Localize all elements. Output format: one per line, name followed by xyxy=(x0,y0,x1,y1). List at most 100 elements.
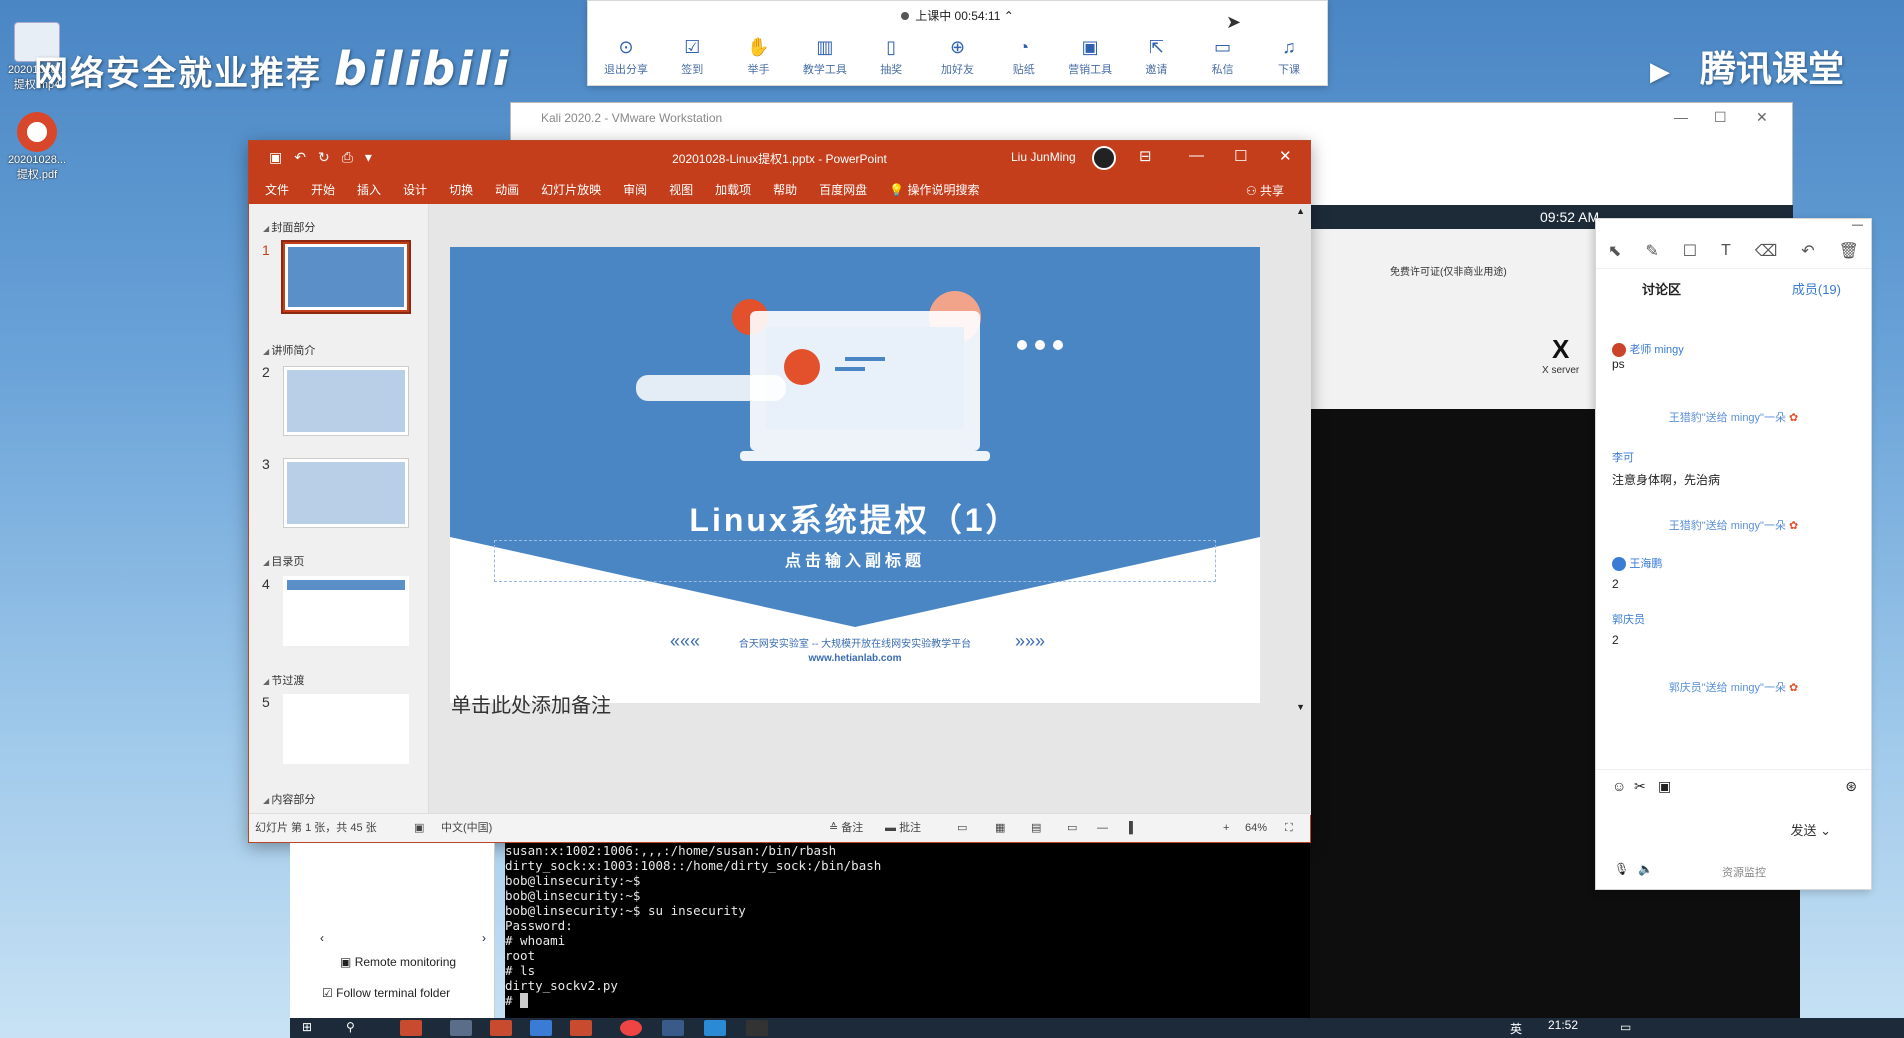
remote-monitoring-button[interactable]: ▣ Remote monitoring xyxy=(340,955,456,969)
scroll-down-icon[interactable]: ▼ xyxy=(1296,702,1305,712)
scroll-up-icon[interactable]: ▲ xyxy=(1296,206,1305,216)
chrome-icon[interactable] xyxy=(620,1020,642,1036)
zoom-in-button[interactable]: + xyxy=(1223,814,1229,842)
search-icon[interactable]: ⚲ xyxy=(346,1020,368,1036)
slide-thumbnail-4[interactable] xyxy=(283,576,409,646)
text-icon[interactable]: T xyxy=(1721,242,1731,260)
app-icon[interactable] xyxy=(450,1020,472,1036)
terminal[interactable]: susan:x:1002:1006:,,,:/home/susan:/bin/r… xyxy=(505,843,1310,1018)
sticker-button[interactable]: ◔ 贴纸 xyxy=(994,37,1054,77)
maximize-button[interactable]: ☐ xyxy=(1234,147,1247,165)
tab-help[interactable]: 帮助 xyxy=(773,181,797,198)
notes-button[interactable]: ≙ 备注 xyxy=(829,814,863,842)
eraser-icon[interactable]: ⌫ xyxy=(1755,241,1778,261)
reading-view-icon[interactable]: ▤ xyxy=(1031,814,1041,842)
tab-insert[interactable]: 插入 xyxy=(357,181,381,198)
section-transition[interactable]: 节过渡 xyxy=(263,672,304,688)
panel-minimize-button[interactable]: — xyxy=(1852,219,1863,231)
slide-thumbnail-3[interactable] xyxy=(283,458,409,528)
app-icon[interactable] xyxy=(570,1020,592,1036)
ime-indicator[interactable]: 英 xyxy=(1510,1020,1522,1037)
stop-share-button[interactable]: ⊙ 退出分享 xyxy=(596,37,656,77)
follow-terminal-checkbox[interactable]: ☑ Follow terminal folder xyxy=(322,986,450,1000)
comments-button[interactable]: ▬ 批注 xyxy=(885,814,921,842)
teaching-tools-button[interactable]: ▥ 教学工具 xyxy=(795,37,855,77)
slide-title[interactable]: Linux系统提权（1） xyxy=(450,495,1260,541)
slide-sorter-icon[interactable]: ▦ xyxy=(995,814,1005,842)
shape-icon[interactable]: ☐ xyxy=(1683,241,1697,261)
sign-in-button[interactable]: ☑ 签到 xyxy=(662,37,722,77)
desktop-icon-pdf[interactable]: 20201028... 提权.pdf xyxy=(2,112,72,182)
minimize-button[interactable]: — xyxy=(1674,109,1688,125)
minimize-button[interactable]: — xyxy=(1189,147,1204,164)
windows-start-icon[interactable]: ⊞ xyxy=(302,1020,324,1036)
tab-addins[interactable]: 加载项 xyxy=(715,181,751,198)
app-icon[interactable] xyxy=(400,1020,422,1036)
slide-editing-area[interactable]: Linux系统提权（1） 点击输入副标题 ««« »»» 合天网安实验室 -- … xyxy=(429,204,1311,815)
slide-thumbnail-5[interactable] xyxy=(283,694,409,764)
resource-monitor[interactable]: 资源监控 xyxy=(1722,864,1766,880)
tab-review[interactable]: 审阅 xyxy=(623,181,647,198)
clock[interactable]: 21:52 xyxy=(1548,1018,1578,1032)
emoji-icon[interactable]: ☺ xyxy=(1612,778,1626,794)
tab-animations[interactable]: 动画 xyxy=(495,181,519,198)
speaker-icon[interactable]: 🔈 xyxy=(1638,862,1653,876)
invite-button[interactable]: ⇱ 邀请 xyxy=(1126,37,1186,77)
tab-design[interactable]: 设计 xyxy=(403,181,427,198)
app-icon[interactable] xyxy=(490,1020,512,1036)
spellcheck-icon[interactable]: ▣ xyxy=(414,814,424,842)
tab-slideshow[interactable]: 幻灯片放映 xyxy=(541,181,601,198)
zoom-level[interactable]: 64% xyxy=(1245,814,1267,842)
lottery-button[interactable]: ▯ 抽奖 xyxy=(861,37,921,77)
scroll-left-icon[interactable]: ‹ xyxy=(320,931,324,945)
zoom-slider[interactable]: ▌ xyxy=(1129,814,1137,842)
app-icon[interactable] xyxy=(530,1020,552,1036)
tab-baidu-netdisk[interactable]: 百度网盘 xyxy=(819,181,867,198)
notes-pane[interactable]: 单击此处添加备注 xyxy=(429,689,611,718)
current-slide[interactable]: Linux系统提权（1） 点击输入副标题 ««« »»» 合天网安实验室 -- … xyxy=(450,247,1260,703)
section-content[interactable]: 内容部分 xyxy=(263,791,315,807)
mic-icon[interactable]: 🎙 xyxy=(1614,862,1629,876)
scroll-right-icon[interactable]: › xyxy=(482,931,486,945)
section-cover[interactable]: 封面部分 xyxy=(263,219,315,235)
share-button[interactable]: ⚇ 共享 xyxy=(1246,182,1284,199)
tab-transitions[interactable]: 切换 xyxy=(449,181,473,198)
ribbon-display-icon[interactable]: ⊟ xyxy=(1139,147,1152,165)
settings-icon[interactable]: ⊛ xyxy=(1845,778,1857,795)
tab-file[interactable]: 文件 xyxy=(265,181,289,198)
close-button[interactable]: ✕ xyxy=(1756,109,1768,126)
slide-thumbnail-2[interactable] xyxy=(283,366,409,436)
pen-icon[interactable]: ✎ xyxy=(1645,241,1658,261)
xserver-icon[interactable]: XX server xyxy=(1542,334,1579,376)
section-lecturer[interactable]: 讲师简介 xyxy=(263,342,315,358)
tell-me-search[interactable]: 💡 操作说明搜索 xyxy=(889,181,979,198)
private-message-button[interactable]: ▭ 私信 xyxy=(1193,37,1253,77)
send-button[interactable]: 发送 ⌄ xyxy=(1790,820,1831,839)
scissors-icon[interactable]: ✂ xyxy=(1634,778,1646,795)
language-indicator[interactable]: 中文(中国) xyxy=(441,814,492,842)
tab-members[interactable]: 成员(19) xyxy=(1792,279,1841,298)
chat-input-area[interactable]: ☺ ✂ ▣ ⊛ 发送 ⌄ 🎙 🔈 资源监控 xyxy=(1596,769,1871,889)
slide-subtitle[interactable]: 点击输入副标题 xyxy=(450,547,1260,571)
slideshow-icon[interactable]: ▭ xyxy=(1067,814,1077,842)
raise-hand-button[interactable]: ✋ 举手 xyxy=(729,37,789,77)
end-class-button[interactable]: ♫ 下课 xyxy=(1259,37,1319,77)
undo-icon[interactable]: ↶ xyxy=(1801,241,1814,261)
image-icon[interactable]: ▣ xyxy=(1658,778,1671,795)
tab-home[interactable]: 开始 xyxy=(311,181,335,198)
tab-view[interactable]: 视图 xyxy=(669,181,693,198)
terminal-icon[interactable] xyxy=(746,1020,768,1036)
app-icon[interactable] xyxy=(704,1020,726,1036)
trash-icon[interactable]: 🗑 xyxy=(1839,241,1859,261)
avatar[interactable] xyxy=(1092,146,1116,170)
powerpoint-window[interactable]: ▣↶↻⎙▾ 20201028-Linux提权1.pptx - PowerPoin… xyxy=(248,140,1311,843)
marketing-tools-button[interactable]: ▣ 营销工具 xyxy=(1060,37,1120,77)
maximize-button[interactable]: ☐ xyxy=(1714,109,1727,126)
normal-view-icon[interactable]: ▭ xyxy=(957,814,967,842)
app-icon[interactable] xyxy=(662,1020,684,1036)
section-toc[interactable]: 目录页 xyxy=(263,553,304,569)
fit-slide-icon[interactable]: ⛶ xyxy=(1285,814,1293,842)
close-button[interactable]: ✕ xyxy=(1279,147,1292,165)
zoom-out-button[interactable]: — xyxy=(1097,814,1108,842)
select-icon[interactable]: ⬉ xyxy=(1608,241,1621,261)
